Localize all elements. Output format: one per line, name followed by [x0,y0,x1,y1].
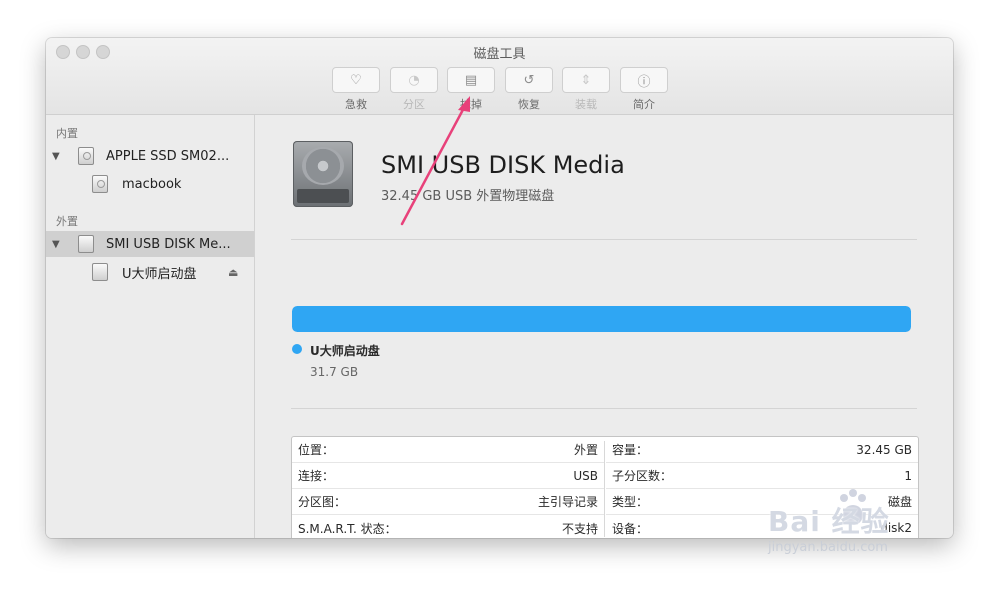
info-icon: ⓘ [637,74,651,90]
info-divider [604,441,605,537]
info-label: 容量： [612,443,649,457]
sidebar-item-label: SMI USB DISK Me... [106,236,231,252]
info-label: 类型： [612,495,649,509]
page: 磁盘工具 ♡ 急救 ◔ 分区 ▤ 抹掉 ↺ 恢复 ⇕ 装载 ⓘ 简介 内置 ▼ … [0,0,1000,595]
sidebar-item-apple-ssd[interactable]: ▼ APPLE SSD SM02... [46,143,254,169]
info-button[interactable]: ⓘ 简介 [620,67,668,112]
info-value: USB [573,468,598,483]
disk-description: 32.45 GB USB 外置物理磁盘 [381,189,555,204]
hard-drive-icon [293,141,353,207]
partition-color-dot [292,344,302,354]
sidebar: 内置 ▼ APPLE SSD SM02... macbook 外置 ▼ SMI … [46,115,255,538]
eject-icon[interactable]: ⏏ [228,266,238,279]
first-aid-button[interactable]: ♡ 急救 [332,67,380,112]
info-row-location: 位置： 外置 [292,437,604,463]
erase-icon: ▤ [464,72,478,88]
info-label: 连接： [298,469,335,483]
watermark-url: jingyan.baidu.com [768,540,888,555]
info-value: 1 [904,468,912,483]
info-value: 主引导记录 [537,495,598,509]
erase-button[interactable]: ▤ 抹掉 [447,67,495,112]
info-value: 外置 [573,443,598,457]
partition-icon: ◔ [408,72,420,88]
info-label: 简介 [633,98,655,111]
sidebar-item-u-master-boot[interactable]: U大师启动盘 ⏏ [46,259,254,285]
info-value: 不支持 [561,521,598,536]
partition-size: 31.7 GB [310,365,359,379]
sidebar-item-label: macbook [122,176,182,192]
mount-button[interactable]: ⇕ 装载 [562,67,610,112]
sidebar-item-label: APPLE SSD SM02... [106,148,230,164]
volume-icon [92,175,108,193]
watermark-logo: Bai 经验 [768,505,890,538]
disk-utility-window: 磁盘工具 ♡ 急救 ◔ 分区 ▤ 抹掉 ↺ 恢复 ⇕ 装载 ⓘ 简介 内置 ▼ … [46,38,953,538]
mount-icon: ⇕ [580,72,592,88]
first-aid-label: 急救 [345,98,367,111]
restore-button[interactable]: ↺ 恢复 [505,67,553,112]
disk-title: SMI USB DISK Media [381,151,625,179]
internal-disk-icon [78,147,94,165]
info-label: 设备： [612,521,649,536]
section-internal: 内置 [56,127,78,140]
info-row-connection: 连接： USB [292,463,604,489]
disclosure-triangle-icon[interactable]: ▼ [52,239,60,250]
partition-usage-bar [292,306,911,332]
info-label: 位置： [298,443,335,457]
sidebar-item-macbook[interactable]: macbook [46,171,254,197]
toolbar: 磁盘工具 ♡ 急救 ◔ 分区 ▤ 抹掉 ↺ 恢复 ⇕ 装载 ⓘ 简介 [46,38,953,115]
info-row-smart-status: S.M.A.R.T. 状态： 不支持 [292,515,604,538]
partition-usage-fill [292,306,911,332]
divider [291,239,917,240]
detail-pane: SMI USB DISK Media 32.45 GB USB 外置物理磁盘 U… [255,115,953,538]
restore-icon: ↺ [523,72,535,88]
info-label: 分区图： [298,495,347,509]
info-column-left: 位置： 外置 连接： USB 分区图： 主引导记录 S.M.A.R.T. 状态： 不支持 [292,437,604,538]
baidu-jingyan-watermark: Bai 经验 jingyan.baidu.com [768,484,958,574]
section-external: 外置 [56,215,78,228]
partition-name: U大师启动盘 [310,344,380,358]
window-title: 磁盘工具 [473,47,526,62]
info-value: 32.45 GB [856,442,912,457]
restore-label: 恢复 [518,98,540,111]
sidebar-item-label: U大师启动盘 [122,266,197,282]
info-row-capacity: 容量： 32.45 GB [606,437,918,463]
info-row-partition-map: 分区图： 主引导记录 [292,489,604,515]
mount-label: 装载 [575,98,597,111]
sidebar-item-smi-usb-disk[interactable]: ▼ SMI USB DISK Me... [46,231,254,257]
info-label: 子分区数： [612,469,673,483]
usb-volume-icon [92,263,108,281]
partition-label: 分区 [403,98,425,111]
divider [291,408,917,409]
disclosure-triangle-icon[interactable]: ▼ [52,151,60,162]
external-disk-icon [78,235,94,253]
info-label: S.M.A.R.T. 状态： [298,521,397,536]
partition-button[interactable]: ◔ 分区 [390,67,438,112]
erase-label: 抹掉 [460,98,482,111]
stethoscope-icon: ♡ [350,72,362,88]
